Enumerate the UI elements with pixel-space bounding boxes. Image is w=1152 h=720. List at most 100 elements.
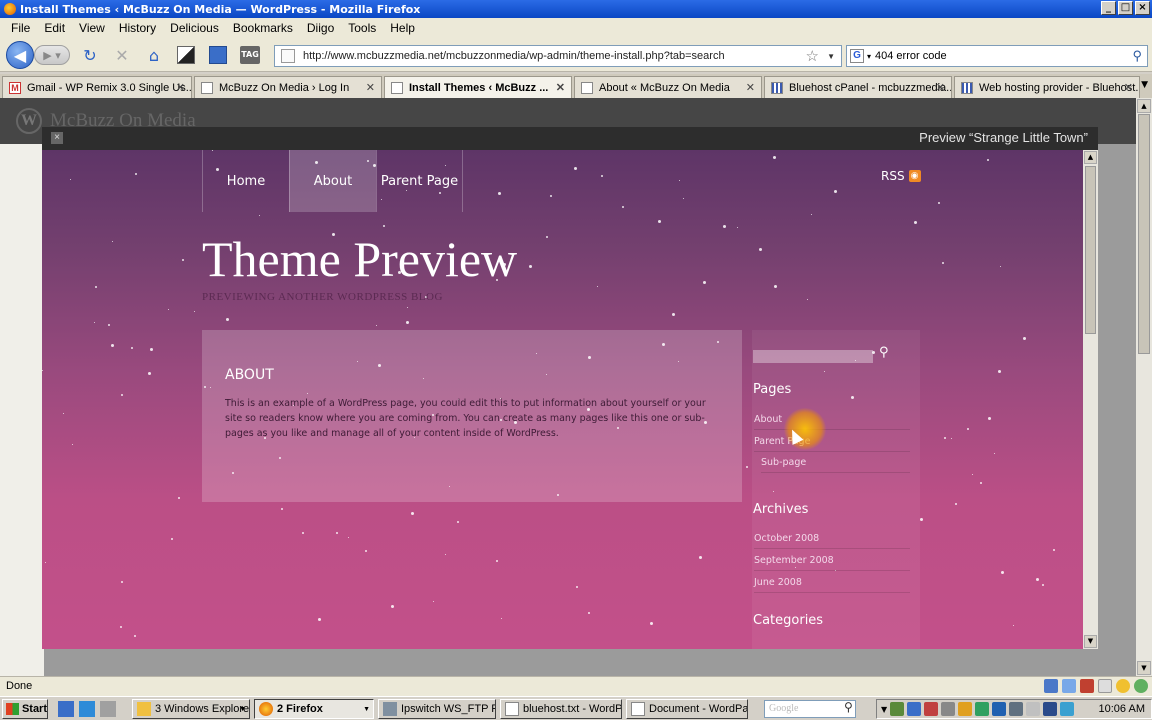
menu-edit[interactable]: Edit <box>37 21 72 35</box>
tab-list-icon[interactable]: ▼ <box>1141 80 1148 90</box>
tray-icon[interactable] <box>941 702 956 716</box>
scroll-up-icon[interactable]: ▲ <box>1137 99 1151 113</box>
close-icon[interactable]: ✕ <box>936 81 945 94</box>
page-scrollbar[interactable]: ▲ ▼ <box>1136 98 1152 676</box>
archive-june-2008[interactable]: June 2008 <box>754 577 910 593</box>
reload-icon[interactable]: ↻ <box>78 43 102 67</box>
menu-help[interactable]: Help <box>383 21 422 35</box>
taskbar-windows-explorer[interactable]: 3 Windows Explorer ▼ <box>132 699 250 719</box>
forward-button[interactable]: ▶ ▾ <box>34 45 70 65</box>
taskbar-ws-ftp[interactable]: Ipswitch WS_FTP P... <box>378 699 496 719</box>
tab-bluehost[interactable]: Web hosting provider - Bluehost... ✕ <box>954 76 1140 98</box>
scroll-up-icon[interactable]: ▲ <box>1084 151 1097 164</box>
scroll-thumb[interactable] <box>1138 114 1150 354</box>
tray-icon[interactable] <box>1026 702 1041 716</box>
address-bar[interactable]: http://www.mcbuzzmedia.net/mcbuzzonmedia… <box>274 45 842 67</box>
taskbar-wordpad[interactable]: Document - WordPad <box>626 699 748 719</box>
preview-scrollbar[interactable]: ▲ ▼ <box>1083 150 1098 649</box>
taskbar-label: Document - WordPad <box>649 703 748 715</box>
scroll-down-icon[interactable]: ▼ <box>1084 635 1097 648</box>
tab-login[interactable]: McBuzz On Media › Log In ✕ <box>194 76 382 98</box>
minimize-button[interactable]: _ <box>1101 1 1116 15</box>
scroll-thumb[interactable] <box>1085 166 1096 334</box>
search-input[interactable]: G ▾ 404 error code ⚲ <box>846 45 1148 67</box>
bookmark-panel-icon[interactable] <box>206 43 230 67</box>
chevron-down-icon[interactable]: ▾ <box>867 52 871 61</box>
close-icon[interactable]: ✕ <box>1124 81 1133 94</box>
tray-icon[interactable] <box>924 702 939 716</box>
taskbar-bluehost-txt[interactable]: bluehost.txt - WordP... <box>500 699 622 719</box>
addon-icon[interactable] <box>1134 679 1148 693</box>
snow-dot <box>938 202 940 204</box>
tag-icon[interactable]: TAG <box>238 43 262 67</box>
scroll-down-icon[interactable]: ▼ <box>1137 661 1151 675</box>
start-button[interactable]: Start <box>2 699 48 719</box>
stop-icon[interactable]: ✕ <box>110 43 134 67</box>
taskbar-firefox[interactable]: 2 Firefox ▼ <box>254 699 374 719</box>
sidebar-item-about[interactable]: About <box>754 414 910 430</box>
tray-icon[interactable] <box>1009 702 1024 716</box>
search-icon[interactable]: ⚲ <box>844 700 853 714</box>
tab-install-themes[interactable]: Install Themes ‹ McBuzz ... ✕ <box>384 76 572 98</box>
close-icon[interactable]: ✕ <box>746 81 755 94</box>
menu-bookmarks[interactable]: Bookmarks <box>226 21 300 35</box>
tray-icon[interactable] <box>907 702 922 716</box>
quicklaunch-icon[interactable] <box>100 701 116 717</box>
ie-icon[interactable] <box>79 701 95 717</box>
menu-file[interactable]: File <box>4 21 37 35</box>
home-icon[interactable]: ⌂ <box>142 43 166 67</box>
preview-modal-header: × Preview “Strange Little Town” <box>42 127 1098 150</box>
show-desktop-icon[interactable] <box>58 701 74 717</box>
menu-delicious[interactable]: Delicious <box>163 21 226 35</box>
addon-icon[interactable] <box>1062 679 1076 693</box>
archive-october-2008[interactable]: October 2008 <box>754 533 910 549</box>
snow-dot <box>588 612 590 614</box>
addon-icon[interactable] <box>1044 679 1058 693</box>
chevron-down-icon[interactable]: ▼ <box>827 52 835 61</box>
addon-icon[interactable] <box>1080 679 1094 693</box>
google-toolbar-search[interactable]: Google <box>764 700 856 718</box>
menu-view[interactable]: View <box>72 21 112 35</box>
close-window-button[interactable]: × <box>1135 1 1150 15</box>
close-icon[interactable]: ✕ <box>366 81 375 94</box>
sidebar-item-parent-page[interactable]: Parent Page <box>754 436 910 452</box>
chevron-down-icon[interactable]: ▼ <box>881 705 887 714</box>
snow-dot <box>194 311 195 312</box>
archive-september-2008[interactable]: September 2008 <box>754 555 910 571</box>
smiley-icon[interactable] <box>1116 679 1130 693</box>
rss-link[interactable]: RSS ◉ <box>881 169 921 183</box>
tray-icon[interactable] <box>890 702 905 716</box>
search-icon[interactable]: ⚲ <box>1132 48 1142 64</box>
tab-bluehost-cpanel[interactable]: Bluehost cPanel - mcbuzzmedia... ✕ <box>764 76 952 98</box>
tray-icon[interactable] <box>1043 702 1058 716</box>
back-button[interactable]: ◀ <box>6 41 34 69</box>
nav-about[interactable]: About <box>289 150 376 212</box>
close-icon[interactable]: × <box>51 132 63 144</box>
delicious-icon[interactable] <box>174 43 198 67</box>
sidebar-search-input[interactable] <box>753 350 873 363</box>
grid-icon <box>961 81 973 94</box>
tab-about[interactable]: About « McBuzz On Media ✕ <box>574 76 762 98</box>
snow-dot <box>94 322 95 323</box>
menu-diigo[interactable]: Diigo <box>300 21 341 35</box>
blog-title[interactable]: Theme Preview <box>202 230 517 288</box>
tab-gmail[interactable]: M Gmail - WP Remix 3.0 Single Us... ✕ <box>2 76 192 98</box>
firefox-icon <box>259 702 273 716</box>
tray-icon[interactable] <box>975 702 990 716</box>
nav-home[interactable]: Home <box>202 150 289 212</box>
menu-tools[interactable]: Tools <box>341 21 383 35</box>
volume-icon[interactable] <box>1060 702 1075 716</box>
bookmark-star-icon[interactable]: ☆ <box>806 47 819 65</box>
tray-icon[interactable] <box>992 702 1007 716</box>
addon-icon[interactable] <box>1098 679 1112 693</box>
maximize-button[interactable]: □ <box>1118 1 1133 15</box>
sidebar-item-sub-page[interactable]: Sub-page <box>761 457 910 473</box>
search-icon[interactable]: ⚲ <box>879 345 889 360</box>
page-icon <box>581 81 593 94</box>
close-icon[interactable]: ✕ <box>556 81 565 94</box>
google-icon[interactable]: G <box>850 49 864 63</box>
close-icon[interactable]: ✕ <box>176 81 185 94</box>
nav-parent-page[interactable]: Parent Page <box>376 150 463 212</box>
menu-history[interactable]: History <box>112 21 163 35</box>
tray-icon[interactable] <box>958 702 973 716</box>
